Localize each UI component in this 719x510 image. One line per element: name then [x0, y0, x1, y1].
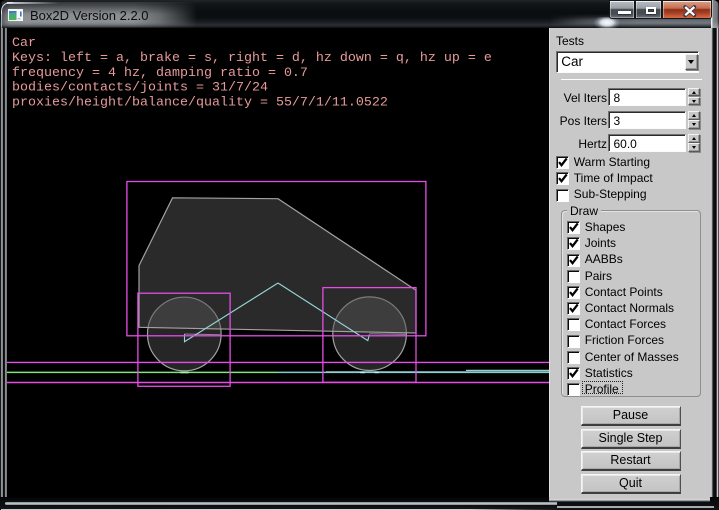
svg-text:proxies/height/balance/quality: proxies/height/balance/quality = 55/7/1/… [12, 95, 388, 110]
svg-text:Car: Car [12, 36, 36, 51]
svg-text:bodies/contacts/joints = 31/7/: bodies/contacts/joints = 31/7/24 [12, 81, 268, 96]
svg-text:frequency = 4 hz, damping rati: frequency = 4 hz, damping ratio = 0.7 [12, 66, 308, 81]
svg-text:Keys: left = a, brake = s, rig: Keys: left = a, brake = s, right = d, hz… [12, 51, 492, 66]
